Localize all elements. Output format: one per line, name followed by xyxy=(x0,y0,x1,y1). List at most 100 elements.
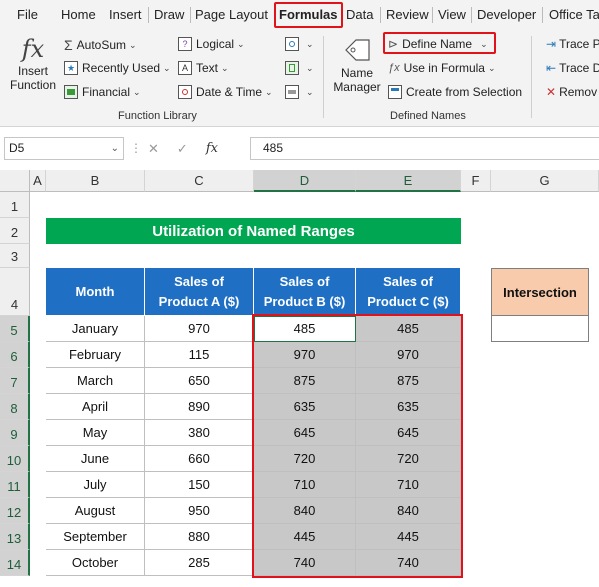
col-header-g[interactable]: G xyxy=(491,170,599,192)
product-c-cell[interactable]: 740 xyxy=(356,550,461,576)
product-a-cell[interactable]: 950 xyxy=(145,498,254,524)
product-b-cell[interactable]: 720 xyxy=(254,446,356,472)
math-trig-button[interactable]: ⌄ xyxy=(285,61,314,75)
product-c-cell[interactable]: 485 xyxy=(356,316,461,342)
row-header-5[interactable]: 5 xyxy=(0,316,30,342)
check-icon[interactable]: ✓ xyxy=(177,141,188,157)
tab-home[interactable]: Home xyxy=(61,0,96,30)
col-header-e[interactable]: E xyxy=(356,170,461,192)
row-header-10[interactable]: 10 xyxy=(0,446,30,472)
month-cell[interactable]: August xyxy=(46,498,145,524)
select-all-corner[interactable] xyxy=(0,170,30,192)
month-cell[interactable]: June xyxy=(46,446,145,472)
product-b-cell[interactable]: 740 xyxy=(254,550,356,576)
row-header-14[interactable]: 14 xyxy=(0,550,30,576)
tab-view[interactable]: View xyxy=(438,0,466,30)
logical-button[interactable]: ? Logical ⌄ xyxy=(178,37,245,51)
product-c-cell[interactable]: 840 xyxy=(356,498,461,524)
tab-draw[interactable]: Draw xyxy=(154,0,184,30)
row-header-12[interactable]: 12 xyxy=(0,498,30,524)
header-product-c[interactable]: Sales of Product C ($) xyxy=(356,268,461,316)
product-a-cell[interactable]: 650 xyxy=(145,368,254,394)
formula-input[interactable]: 485 xyxy=(250,137,599,160)
product-b-cell[interactable]: 485 xyxy=(254,316,356,342)
row-header-2[interactable]: 2 xyxy=(0,218,30,244)
tab-data[interactable]: Data xyxy=(346,0,373,30)
col-header-a[interactable]: A xyxy=(30,170,46,192)
insert-function-button[interactable]: fx Insert Function xyxy=(6,34,60,92)
product-c-cell[interactable]: 720 xyxy=(356,446,461,472)
product-c-cell[interactable]: 645 xyxy=(356,420,461,446)
month-cell[interactable]: September xyxy=(46,524,145,550)
row-header-1[interactable]: 1 xyxy=(0,192,30,218)
product-c-cell[interactable]: 710 xyxy=(356,472,461,498)
month-cell[interactable]: March xyxy=(46,368,145,394)
product-c-cell[interactable]: 970 xyxy=(356,342,461,368)
month-cell[interactable]: October xyxy=(46,550,145,576)
product-b-cell[interactable]: 635 xyxy=(254,394,356,420)
intersection-value[interactable] xyxy=(491,316,589,342)
more-functions-button[interactable]: ⌄ xyxy=(285,85,314,99)
product-c-cell[interactable]: 445 xyxy=(356,524,461,550)
sheet-title[interactable]: Utilization of Named Ranges xyxy=(46,218,461,244)
financial-button[interactable]: Financial ⌄ xyxy=(64,85,141,99)
recently-used-button[interactable]: ★ Recently Used ⌄ xyxy=(64,61,171,75)
product-b-cell[interactable]: 445 xyxy=(254,524,356,550)
row-header-13[interactable]: 13 xyxy=(0,524,30,550)
col-header-c[interactable]: C xyxy=(145,170,254,192)
date-time-button[interactable]: Date & Time ⌄ xyxy=(178,85,273,99)
product-a-cell[interactable]: 660 xyxy=(145,446,254,472)
name-box[interactable]: D5 ⌄ xyxy=(4,137,124,160)
tab-developer[interactable]: Developer xyxy=(477,0,536,30)
month-cell[interactable]: February xyxy=(46,342,145,368)
col-header-f[interactable]: F xyxy=(461,170,491,192)
month-cell[interactable]: April xyxy=(46,394,145,420)
header-month[interactable]: Month xyxy=(46,268,145,316)
product-a-cell[interactable]: 115 xyxy=(145,342,254,368)
row-header-4[interactable]: 4 xyxy=(0,268,30,316)
product-b-cell[interactable]: 645 xyxy=(254,420,356,446)
month-cell[interactable]: July xyxy=(46,472,145,498)
text-button[interactable]: A Text ⌄ xyxy=(178,61,229,75)
tab-formulas[interactable]: Formulas xyxy=(274,2,343,28)
use-in-formula-button[interactable]: ƒx Use in Formula ⌄ xyxy=(388,61,496,75)
row-header-6[interactable]: 6 xyxy=(0,342,30,368)
row-header-3[interactable]: 3 xyxy=(0,244,30,268)
row-header-8[interactable]: 8 xyxy=(0,394,30,420)
month-cell[interactable]: January xyxy=(46,316,145,342)
tab-file[interactable]: File xyxy=(17,0,38,30)
lookup-button[interactable]: ⌄ xyxy=(285,37,314,51)
product-a-cell[interactable]: 890 xyxy=(145,394,254,420)
chevron-down-icon[interactable]: ⌄ xyxy=(111,138,119,159)
row-header-11[interactable]: 11 xyxy=(0,472,30,498)
row-header-7[interactable]: 7 xyxy=(0,368,30,394)
tab-review[interactable]: Review xyxy=(386,0,429,30)
product-a-cell[interactable]: 285 xyxy=(145,550,254,576)
tab-page-layout[interactable]: Page Layout xyxy=(195,0,268,30)
trace-dependents-button[interactable]: ⇤ Trace D xyxy=(546,61,599,75)
header-product-b[interactable]: Sales of Product B ($) xyxy=(254,268,356,316)
product-c-cell[interactable]: 875 xyxy=(356,368,461,394)
tab-office-tab[interactable]: Office Ta xyxy=(549,0,599,30)
product-b-cell[interactable]: 970 xyxy=(254,342,356,368)
trace-precedents-button[interactable]: ⇥ Trace P xyxy=(546,37,599,51)
product-a-cell[interactable]: 880 xyxy=(145,524,254,550)
autosum-button[interactable]: Σ AutoSum ⌄ xyxy=(64,37,137,53)
name-manager-button[interactable]: Name Manager xyxy=(329,36,385,94)
fx-icon[interactable]: fx xyxy=(206,141,218,156)
product-a-cell[interactable]: 380 xyxy=(145,420,254,446)
product-a-cell[interactable]: 970 xyxy=(145,316,254,342)
product-b-cell[interactable]: 710 xyxy=(254,472,356,498)
intersection-label[interactable]: Intersection xyxy=(491,268,589,316)
tab-insert[interactable]: Insert xyxy=(109,0,142,30)
col-header-d[interactable]: D xyxy=(254,170,356,192)
header-product-a[interactable]: Sales of Product A ($) xyxy=(145,268,254,316)
product-a-cell[interactable]: 150 xyxy=(145,472,254,498)
create-from-selection-button[interactable]: Create from Selection xyxy=(388,85,522,99)
product-c-cell[interactable]: 635 xyxy=(356,394,461,420)
col-header-b[interactable]: B xyxy=(46,170,145,192)
define-name-button[interactable]: ⊳ Define Name ⌄ xyxy=(388,37,488,51)
row-header-9[interactable]: 9 xyxy=(0,420,30,446)
product-b-cell[interactable]: 840 xyxy=(254,498,356,524)
product-b-cell[interactable]: 875 xyxy=(254,368,356,394)
